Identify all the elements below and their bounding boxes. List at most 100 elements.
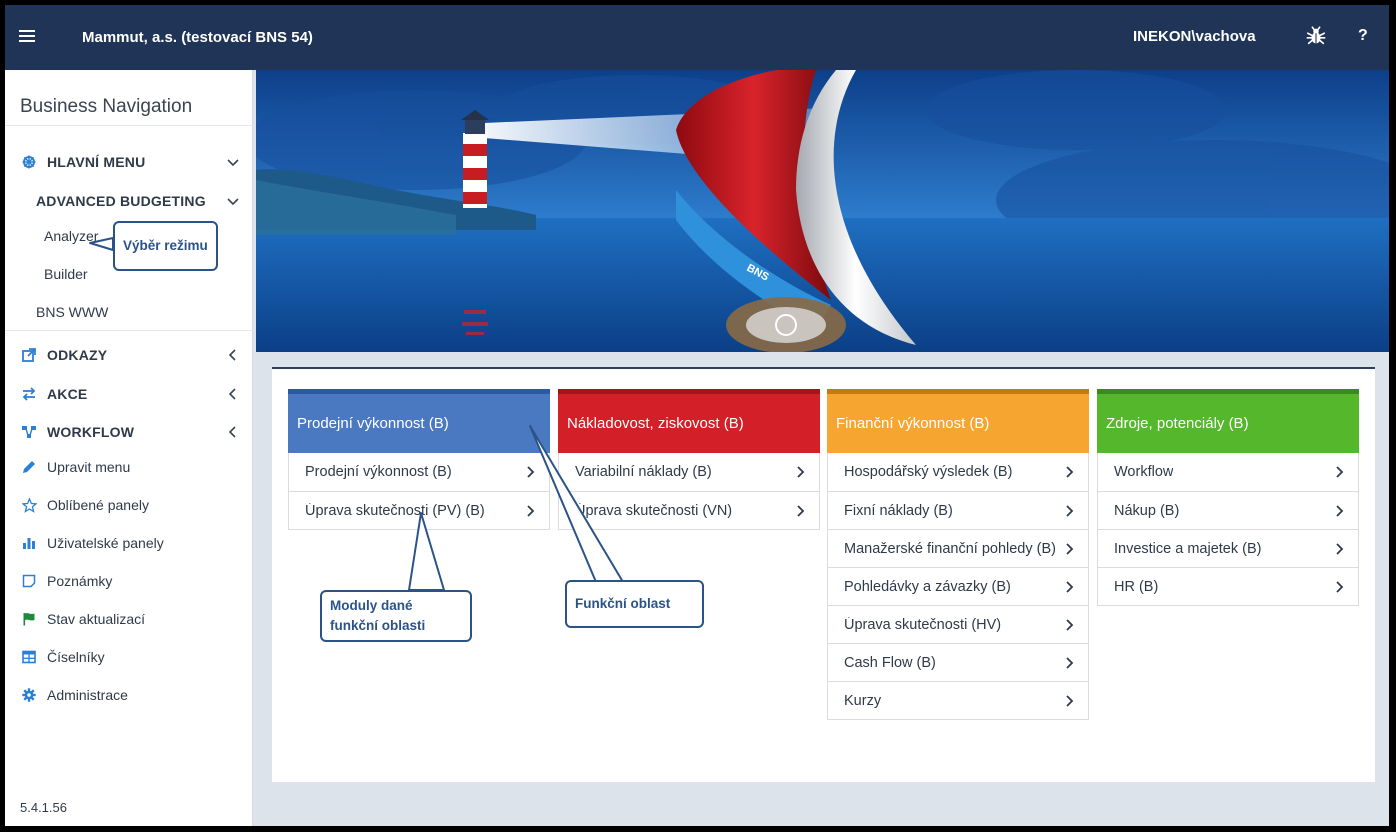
- sidebar-item-label: Uživatelské panely: [47, 535, 164, 551]
- module-item[interactable]: Investice a majetek (B): [1098, 529, 1358, 567]
- callout-text: funkční oblasti: [330, 618, 426, 633]
- chevron-right-icon: [527, 505, 535, 517]
- sidebar-item-stav-aktualizaci[interactable]: Stav aktualizací: [5, 604, 253, 634]
- sidebar-item-label: AKCE: [47, 386, 88, 402]
- callout-text: Moduly dané: [330, 598, 413, 613]
- banner-sailboat-image: BNS: [256, 70, 1389, 352]
- sidebar-item-upravit-menu[interactable]: Upravit menu: [5, 452, 253, 482]
- module-item[interactable]: Pohledávky a závazky (B): [828, 567, 1088, 605]
- module-item[interactable]: Úprava skutečnosti (HV): [828, 605, 1088, 643]
- module-item[interactable]: Nákup (B): [1098, 491, 1358, 529]
- pencil-icon: [21, 459, 37, 475]
- functional-area-tile: Finanční výkonnost (B) Hospodářský výsle…: [827, 389, 1089, 720]
- exchange-icon: [21, 386, 37, 402]
- sidebar-item-label: ADVANCED BUDGETING: [36, 193, 206, 209]
- bar-chart-icon: [21, 535, 37, 551]
- sidebar-item-label: WORKFLOW: [47, 424, 135, 440]
- chevron-left-icon: [228, 349, 236, 361]
- user-name[interactable]: INEKON\vachova: [1133, 28, 1256, 45]
- functional-area-tile: Nákladovost, ziskovost (B) Variabilní ná…: [558, 389, 820, 530]
- module-item[interactable]: Manažerské finanční pohledy (B): [828, 529, 1088, 567]
- app-window: Mammut, a.s. (testovací BNS 54) INEKON\v…: [2, 2, 1392, 829]
- sidebar-item-label: Upravit menu: [47, 459, 131, 475]
- divider: [5, 330, 253, 331]
- chevron-left-icon: [228, 426, 236, 438]
- module-list: Prodejní výkonnost (B) Úprava skutečnost…: [288, 453, 550, 530]
- module-item[interactable]: Úprava skutečnosti (VN): [559, 491, 819, 529]
- sidebar-item-label: Poznámky: [47, 573, 113, 589]
- company-title: Mammut, a.s. (testovací BNS 54): [82, 29, 313, 46]
- chevron-right-icon: [1066, 505, 1074, 517]
- chevron-right-icon: [1066, 466, 1074, 478]
- chevron-left-icon: [228, 388, 236, 400]
- sidebar-item-poznamky[interactable]: Poznámky: [5, 566, 253, 596]
- module-item[interactable]: Kurzy: [828, 681, 1088, 719]
- tile-header[interactable]: Nákladovost, ziskovost (B): [558, 389, 820, 453]
- chevron-down-icon: [227, 198, 239, 206]
- divider: [5, 125, 253, 126]
- sidebar-item-uzivatelske-panely[interactable]: Uživatelské panely: [5, 528, 253, 558]
- flag-icon: [21, 611, 37, 627]
- sidebar-item-advanced-budgeting[interactable]: ADVANCED BUDGETING: [5, 186, 253, 216]
- chevron-right-icon: [1066, 619, 1074, 631]
- chevron-right-icon: [1336, 466, 1344, 478]
- hamburger-menu-icon[interactable]: [19, 27, 35, 43]
- functional-area-tile: Zdroje, potenciály (B) Workflow Nákup (B…: [1097, 389, 1359, 606]
- tile-header[interactable]: Prodejní výkonnost (B): [288, 389, 550, 453]
- sidebar-item-bns-www[interactable]: BNS WWW: [36, 304, 108, 320]
- sidebar-item-analyzer[interactable]: Analyzer: [44, 228, 98, 244]
- tile-header[interactable]: Zdroje, potenciály (B): [1097, 389, 1359, 453]
- help-icon[interactable]: ?: [1358, 27, 1368, 45]
- module-item[interactable]: Prodejní výkonnost (B): [289, 453, 549, 491]
- sidebar-item-oblibene-panely[interactable]: Oblíbené panely: [5, 490, 253, 520]
- sidebar-item-main-menu[interactable]: HLAVNÍ MENU: [5, 147, 253, 177]
- dharma-wheel-icon: [21, 154, 37, 170]
- chevron-right-icon: [797, 466, 805, 478]
- chevron-right-icon: [1066, 543, 1074, 555]
- module-item[interactable]: Úprava skutečnosti (PV) (B): [289, 491, 549, 529]
- sidebar-item-workflow[interactable]: WORKFLOW: [5, 417, 253, 447]
- chevron-right-icon: [1066, 695, 1074, 707]
- module-item[interactable]: Cash Flow (B): [828, 643, 1088, 681]
- sidebar-item-label: Administrace: [47, 687, 128, 703]
- chevron-down-icon: [227, 159, 239, 167]
- sidebar-item-label: Stav aktualizací: [47, 611, 146, 627]
- sidebar-item-label: ODKAZY: [47, 347, 108, 363]
- module-item[interactable]: HR (B): [1098, 567, 1358, 605]
- functional-area-tile: Prodejní výkonnost (B) Prodejní výkonnos…: [288, 389, 550, 530]
- chevron-right-icon: [527, 466, 535, 478]
- sidebar-item-odkazy[interactable]: ODKAZY: [5, 340, 253, 370]
- tile-header-label: Nákladovost, ziskovost (B): [567, 415, 744, 432]
- sidebar-item-akce[interactable]: AKCE: [5, 379, 253, 409]
- sidebar-item-administrace[interactable]: Administrace: [5, 680, 253, 710]
- top-bar: Mammut, a.s. (testovací BNS 54) INEKON\v…: [5, 5, 1389, 70]
- chevron-right-icon: [1066, 581, 1074, 593]
- sidebar-item-builder[interactable]: Builder: [44, 266, 88, 282]
- chevron-right-icon: [1336, 543, 1344, 555]
- sidebar-title: Business Navigation: [20, 96, 193, 117]
- workflow-icon: [21, 424, 37, 440]
- bug-icon[interactable]: [1305, 25, 1327, 47]
- callout-text: Funkční oblast: [575, 596, 671, 611]
- callout-funkcni-oblast: Funkční oblast: [565, 580, 704, 628]
- module-item[interactable]: Fixní náklady (B): [828, 491, 1088, 529]
- tile-header[interactable]: Finanční výkonnost (B): [827, 389, 1089, 453]
- module-item[interactable]: Variabilní náklady (B): [559, 453, 819, 491]
- module-list: Variabilní náklady (B) Úprava skutečnost…: [558, 453, 820, 530]
- callout-text: Výběr režimu: [123, 238, 208, 253]
- main-content: Prodejní výkonnost (B) Prodejní výkonnos…: [272, 367, 1375, 782]
- sidebar-item-label: Číselníky: [47, 649, 105, 665]
- version-label: 5.4.1.56: [20, 800, 67, 815]
- callout-vyber-rezimu: Výběr režimu: [113, 221, 218, 271]
- sidebar-item-label: Oblíbené panely: [47, 497, 149, 513]
- note-icon: [21, 573, 37, 589]
- table-icon: [21, 649, 37, 665]
- sidebar-item-ciselniky[interactable]: Číselníky: [5, 642, 253, 672]
- chevron-right-icon: [1336, 505, 1344, 517]
- module-item[interactable]: Workflow: [1098, 453, 1358, 491]
- tile-header-label: Finanční výkonnost (B): [836, 415, 990, 432]
- star-icon: [21, 497, 37, 513]
- chevron-right-icon: [1066, 657, 1074, 669]
- chevron-right-icon: [1336, 581, 1344, 593]
- module-item[interactable]: Hospodářský výsledek (B): [828, 453, 1088, 491]
